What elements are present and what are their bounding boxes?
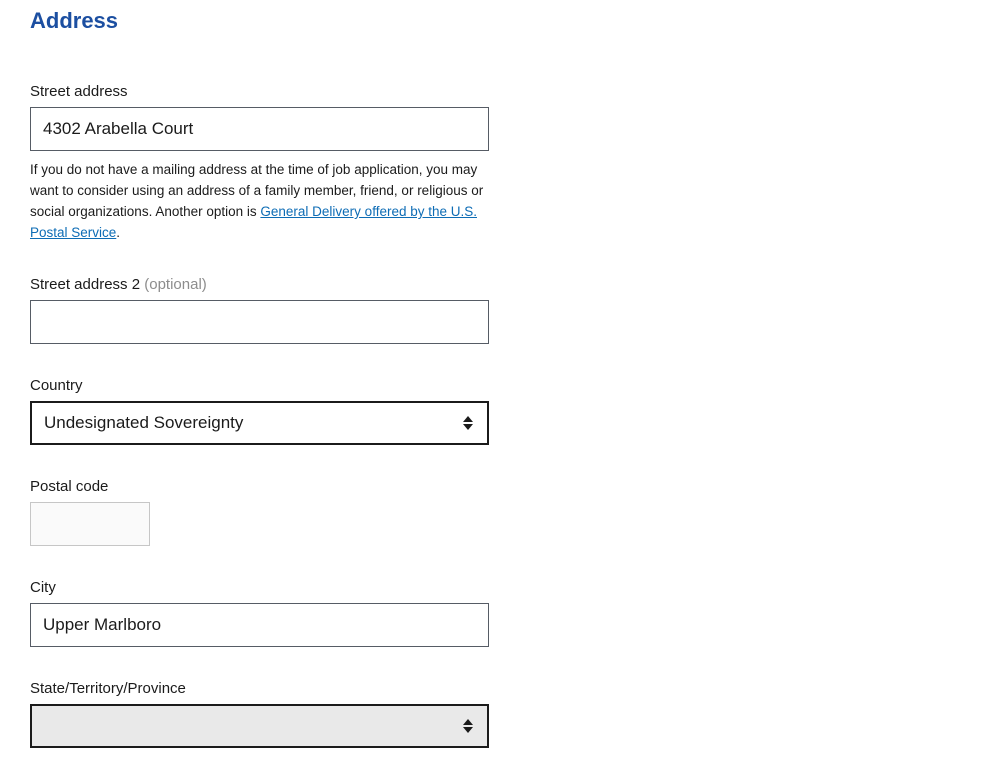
street-address-2-label: Street address 2 (optional)	[30, 277, 489, 293]
country-select[interactable]: Undesignated Sovereignty	[30, 401, 489, 445]
mailing-address-hint: If you do not have a mailing address at …	[30, 159, 489, 243]
city-group: City	[30, 580, 489, 647]
hint-text-after: .	[116, 225, 120, 240]
optional-tag: (optional)	[144, 276, 207, 293]
street-address-input[interactable]	[30, 107, 489, 151]
state-label: State/Territory/Province	[30, 681, 489, 697]
street-address-group: Street address If you do not have a mail…	[30, 84, 489, 243]
triangle-up-icon	[463, 416, 473, 422]
postal-code-input[interactable]	[30, 502, 150, 546]
street-address-label: Street address	[30, 84, 489, 100]
postal-code-group: Postal code	[30, 479, 489, 546]
country-select-value: Undesignated Sovereignty	[44, 413, 243, 433]
triangle-down-icon	[463, 424, 473, 430]
unfold-more-icon	[462, 718, 473, 734]
address-form: Address Street address If you do not hav…	[30, 8, 489, 748]
unfold-more-icon	[462, 415, 473, 431]
street-address-2-input[interactable]	[30, 300, 489, 344]
postal-code-label: Postal code	[30, 479, 489, 495]
triangle-down-icon	[463, 727, 473, 733]
country-label: Country	[30, 378, 489, 394]
city-label: City	[30, 580, 489, 596]
state-group: State/Territory/Province	[30, 681, 489, 748]
street-address-2-group: Street address 2 (optional)	[30, 277, 489, 344]
page-title: Address	[30, 8, 489, 34]
street-address-2-label-text: Street address 2	[30, 276, 140, 293]
state-select[interactable]	[30, 704, 489, 748]
triangle-up-icon	[463, 719, 473, 725]
address-form-page: Address Street address If you do not hav…	[0, 0, 1008, 768]
country-group: Country Undesignated Sovereignty	[30, 378, 489, 445]
city-input[interactable]	[30, 603, 489, 647]
